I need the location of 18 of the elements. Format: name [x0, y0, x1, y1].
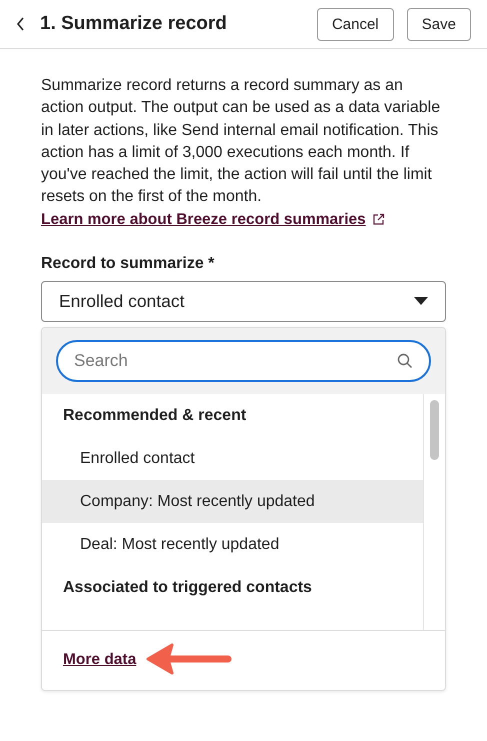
field-label: Record to summarize * — [41, 254, 216, 273]
external-link-icon — [372, 213, 385, 226]
search-field[interactable]: Search — [56, 340, 431, 382]
group-heading: Recommended & recent — [62, 406, 248, 426]
dropdown-option[interactable]: Deal: Most recently updated — [42, 522, 423, 566]
caret-icon — [414, 297, 428, 306]
description: Summarize record returns a record summary as an action output. The output can be used as a data variable in later actions, like Send internal email notification. This action has a limit of 3,000 executions each month. If you've reached the limit, the action will fail until the limit resets on the first of the month. — [41, 76, 442, 208]
group-heading: Associated to triggered contacts — [62, 578, 313, 598]
search-icon — [397, 352, 413, 369]
header-button[interactable]: Cancel — [316, 8, 394, 40]
dropdown-option[interactable]: Company: Most recently updated — [42, 480, 423, 523]
back-icon[interactable] — [16, 17, 26, 31]
record-select[interactable]: Enrolled contact — [41, 280, 446, 322]
page-title: 1. Summarize record — [40, 13, 227, 35]
learn-more-link[interactable]: Learn more about Breeze record summaries — [41, 210, 366, 229]
dropdown-option[interactable]: Enrolled contact — [42, 436, 423, 480]
header-button[interactable]: Save — [406, 8, 471, 40]
more-data-link[interactable]: More data — [63, 651, 136, 670]
